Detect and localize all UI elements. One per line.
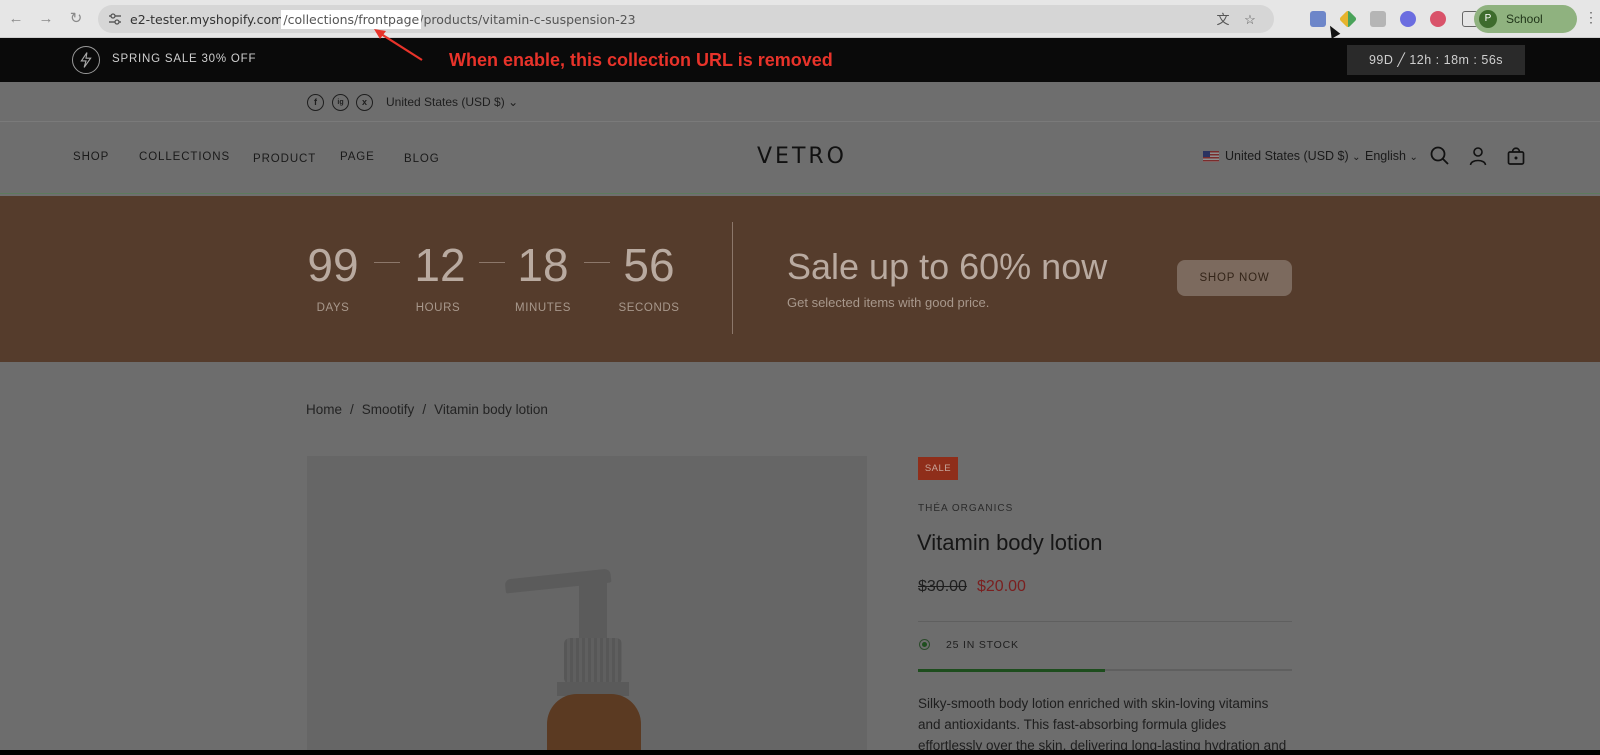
product-page: Home / Smootify / Vitamin body lotion SALE T…	[0, 362, 1600, 755]
utility-currency-label: United States (USD $)	[386, 95, 505, 109]
shop-now-button[interactable]: SHOP NOW	[1177, 260, 1292, 296]
nav-collections[interactable]: COLLECTIONS	[139, 151, 230, 163]
announcement-text: SPRING SALE 30% OFF	[112, 53, 257, 65]
translate-icon[interactable]: 文	[1216, 13, 1230, 27]
promo-divider	[732, 222, 733, 334]
countdown-separator	[374, 262, 400, 263]
countdown-separator	[479, 262, 505, 263]
facebook-icon[interactable]: f	[307, 94, 324, 111]
announcement-countdown: 99D ╱ 12h : 18m : 56s	[1347, 45, 1525, 75]
promo-banner: 99 12 18 56 DAYS HOURS MINUTES SECONDS S…	[0, 196, 1600, 362]
nav-blog[interactable]: BLOG	[404, 153, 440, 165]
language-select[interactable]: English ⌄	[1365, 149, 1418, 163]
site-header: SHOP COLLECTIONS PRODUCT PAGE BLOG VETRO…	[0, 122, 1600, 194]
address-bar[interactable]: e2-tester.myshopify.com/collections/fron…	[98, 5, 1274, 33]
site-logo[interactable]: VETRO	[757, 144, 847, 169]
countdown-minutes-label: MINUTES	[515, 302, 571, 314]
url-collection-segment: /collections/frontpage	[281, 10, 422, 29]
product-image[interactable]	[307, 456, 867, 755]
sale-badge: SALE	[918, 457, 958, 480]
promo-title: Sale up to 60% now	[787, 246, 1108, 287]
breadcrumb-separator: /	[422, 402, 427, 417]
more-options-icon[interactable]: ⋮	[1584, 9, 1598, 26]
forward-icon[interactable]: →	[36, 9, 56, 29]
nav-product[interactable]: PRODUCT	[253, 153, 316, 165]
site-settings-icon[interactable]	[108, 12, 122, 26]
countdown-minutes: 18	[517, 239, 569, 291]
compare-at-price: $30.00	[918, 578, 967, 595]
avatar: P	[1479, 10, 1497, 28]
extension-puzzle-color-icon[interactable]	[1338, 9, 1358, 29]
chevron-down-icon: ⌄	[1409, 152, 1418, 163]
profile-name: School	[1506, 12, 1543, 26]
header-currency-label: United States (USD $)	[1225, 149, 1349, 163]
bookmark-star-icon[interactable]: ☆	[1243, 13, 1257, 27]
bottom-edge	[0, 750, 1600, 755]
bottle-collar	[564, 638, 622, 684]
extension-camera-icon[interactable]	[1370, 11, 1386, 27]
product-vendor[interactable]: THÉA ORGANICS	[918, 503, 1013, 514]
bottle-pump-stem	[579, 580, 607, 642]
us-flag-icon	[1203, 151, 1219, 162]
chevron-down-icon: ⌄	[508, 95, 519, 109]
promo-subtitle: Get selected items with good price.	[787, 295, 990, 310]
in-stock-indicator-icon	[919, 639, 930, 650]
language-label: English	[1365, 149, 1406, 163]
x-twitter-icon[interactable]: x	[356, 94, 373, 111]
search-icon[interactable]	[1429, 145, 1451, 167]
countdown-seconds-label: SECONDS	[618, 302, 680, 314]
countdown-hours-label: HOURS	[415, 302, 461, 314]
breadcrumb: Home / Smootify / Vitamin body lotion	[306, 402, 548, 417]
nav-shop[interactable]: SHOP	[73, 151, 109, 163]
cart-bag-icon[interactable]	[1505, 145, 1527, 167]
header-currency-select[interactable]: United States (USD $) ⌄	[1225, 149, 1361, 163]
extension-flower-icon[interactable]	[1430, 11, 1446, 27]
utility-bar: f ig x United States (USD $) ⌄	[0, 82, 1600, 122]
stock-progress-fill	[918, 669, 1105, 672]
chevron-down-icon: ⌄	[1352, 152, 1361, 163]
lightning-icon	[72, 46, 100, 74]
annotation-callout: When enable, this collection URL is remo…	[449, 50, 833, 70]
breadcrumb-current: Vitamin body lotion	[434, 402, 548, 417]
stock-status: 25 IN STOCK	[946, 639, 1019, 651]
url-host: e2-tester.myshopify.com	[130, 12, 284, 27]
countdown-seconds: 56	[623, 239, 675, 291]
mouse-cursor-icon	[1325, 23, 1341, 39]
sale-price: $20.00	[977, 578, 1026, 595]
countdown-days: 99	[307, 239, 359, 291]
breadcrumb-home[interactable]: Home	[306, 402, 342, 417]
countdown-separator	[584, 262, 610, 263]
bottle-body	[547, 694, 641, 755]
divider	[918, 621, 1292, 622]
reload-icon[interactable]: ↻	[66, 9, 86, 29]
back-icon[interactable]: ←	[6, 9, 26, 29]
url-text[interactable]: e2-tester.myshopify.com/collections/fron…	[130, 10, 636, 29]
breadcrumb-separator: /	[350, 402, 354, 417]
account-icon[interactable]	[1467, 145, 1489, 167]
countdown-hours: 12	[414, 239, 466, 291]
browser-toolbar: ← → ↻ e2-tester.myshopify.com/collection…	[0, 0, 1600, 39]
url-path: /products/vitamin-c-suspension-23	[419, 12, 636, 27]
stock-progress-bar	[918, 669, 1292, 672]
breadcrumb-collection[interactable]: Smootify	[362, 402, 415, 417]
countdown-days-label: DAYS	[316, 302, 350, 314]
extension-calendar-icon[interactable]	[1310, 11, 1326, 27]
instagram-icon[interactable]: ig	[332, 94, 349, 111]
annotation-arrow-icon	[374, 29, 423, 61]
nav-page[interactable]: PAGE	[340, 151, 375, 163]
product-description: Silky-smooth body lotion enriched with s…	[918, 696, 1287, 753]
extension-circle-icon[interactable]	[1400, 11, 1416, 27]
profile-chip[interactable]: P School	[1474, 5, 1577, 33]
product-title: Vitamin body lotion	[917, 530, 1103, 555]
utility-currency-select[interactable]: United States (USD $) ⌄	[386, 95, 518, 109]
